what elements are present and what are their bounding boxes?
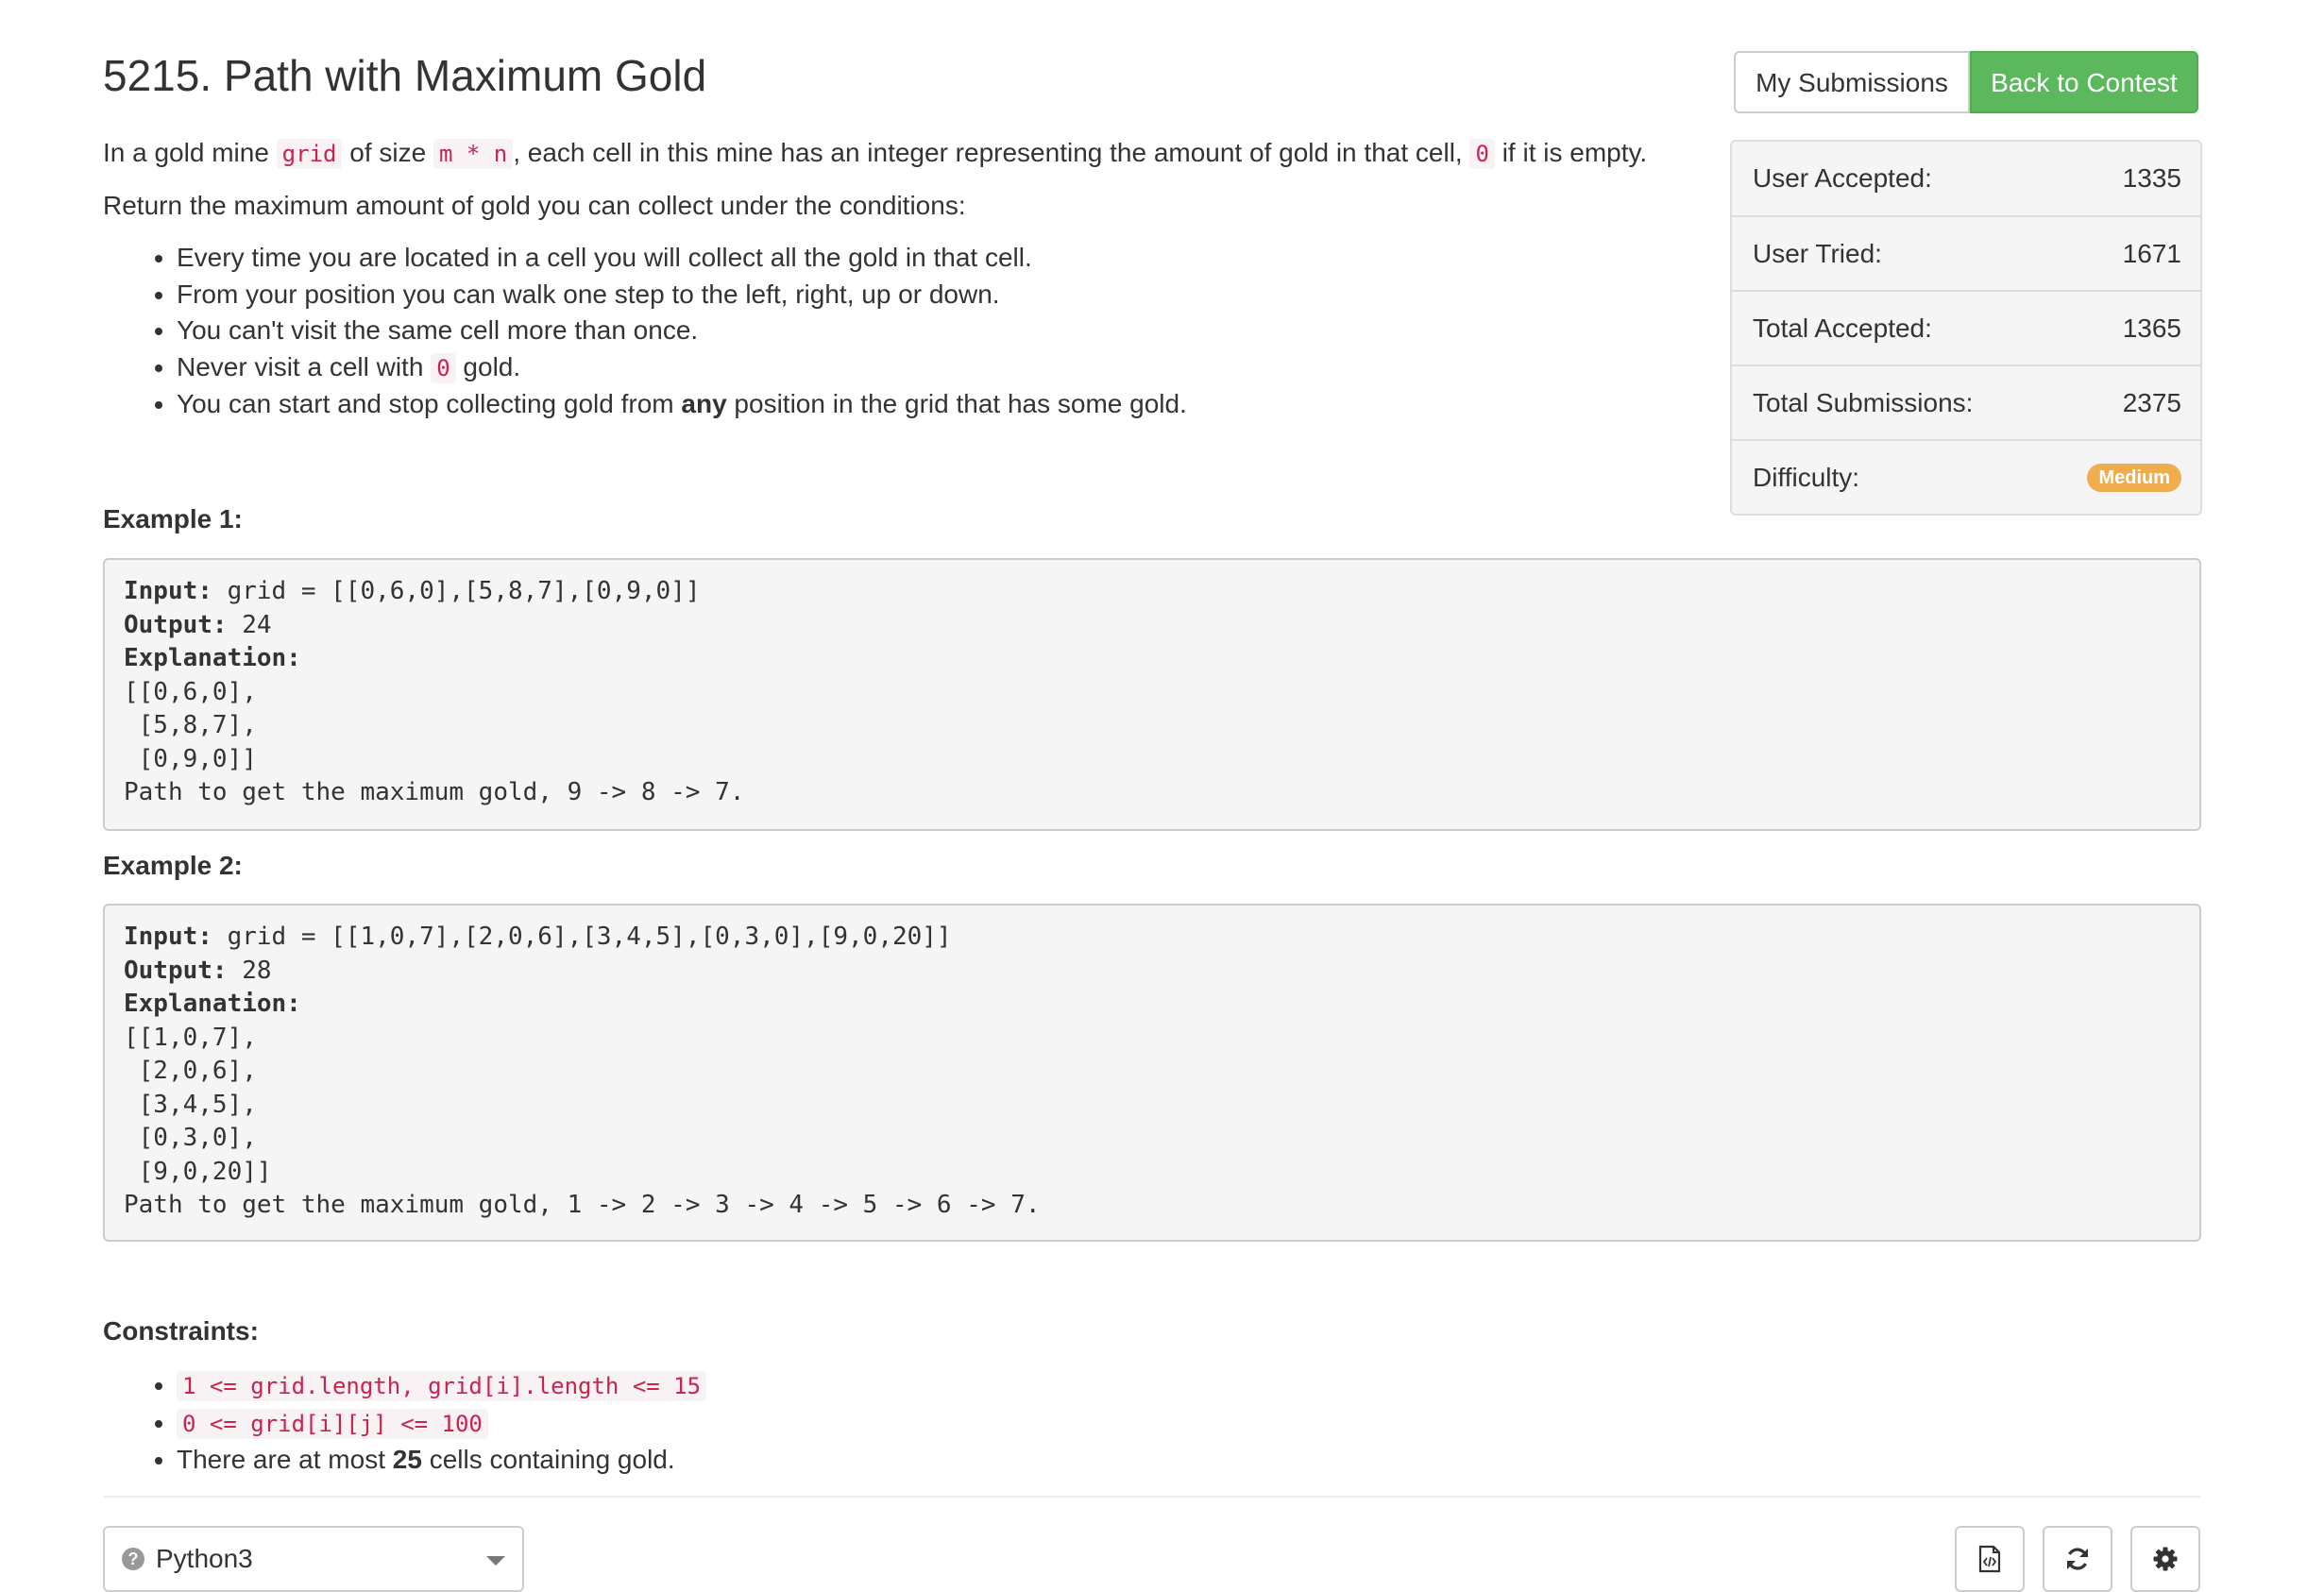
input-value: grid = [[1,0,7],[2,0,6],[3,4,5],[0,3,0],…	[212, 923, 952, 951]
stat-label: Difficulty:	[1753, 462, 1860, 492]
inline-code: grid	[276, 139, 343, 169]
constraint-text: There are at most	[177, 1445, 393, 1474]
divider	[103, 1496, 2201, 1498]
list-item: You can start and stop collecting gold f…	[177, 386, 1187, 423]
list-item: 1 <= grid.length, grid[i].length <= 15	[177, 1367, 707, 1405]
return-paragraph: Return the maximum amount of gold you ca…	[103, 191, 966, 220]
list-item: You can't visit the same cell more than …	[177, 313, 1187, 349]
input-label: Input:	[124, 923, 212, 951]
intro-text: if it is empty.	[1494, 138, 1648, 167]
example-2-code-block: Input: grid = [[1,0,7],[2,0,6],[3,4,5],[…	[103, 904, 2201, 1242]
list-item: There are at most 25 cells containing go…	[177, 1442, 706, 1479]
intro-text: In a gold mine	[103, 138, 277, 167]
list-item: From your position you can walk one step…	[177, 277, 1187, 313]
rule-text: You can start and stop collecting gold f…	[177, 389, 682, 418]
stat-value: 1365	[2122, 313, 2181, 343]
stat-value: 1671	[2122, 238, 2181, 268]
intro-paragraph: In a gold mine grid of size m * n, each …	[103, 132, 1647, 175]
stat-row-total-submissions: Total Submissions: 2375	[1732, 364, 2200, 439]
language-select[interactable]: ? Python3	[103, 1526, 524, 1592]
stat-label: User Accepted:	[1753, 163, 1932, 193]
constraint-text: cells containing gold.	[421, 1445, 675, 1474]
rule-text: position in the grid that has some gold.	[726, 389, 1187, 418]
rules-list: Every time you are located in a cell you…	[103, 240, 1187, 423]
explanation-body: [[0,6,0], [5,8,7], [0,9,0]] Path to get …	[124, 677, 745, 807]
header-button-group: My Submissions Back to Contest	[1734, 51, 2198, 113]
language-select-value: Python3	[156, 1544, 253, 1573]
code-file-icon	[1978, 1545, 2001, 1573]
constraints-list: 1 <= grid.length, grid[i].length <= 15 0…	[103, 1367, 707, 1479]
reset-button[interactable]	[2043, 1526, 2112, 1592]
intro-text: , each cell in this mine has an integer …	[513, 138, 1470, 167]
output-label: Output:	[124, 610, 228, 639]
stat-label: User Tried:	[1753, 238, 1882, 268]
page-title: 5215. Path with Maximum Gold	[103, 51, 707, 100]
constraints-heading: Constraints:	[103, 1316, 259, 1346]
inline-code: 0	[1469, 139, 1495, 169]
inline-code: m * n	[433, 139, 514, 169]
output-label: Output:	[124, 956, 228, 985]
stat-row-user-tried: User Tried: 1671	[1732, 215, 2200, 290]
gear-icon	[2153, 1547, 2178, 1571]
example-2-heading: Example 2:	[103, 851, 243, 880]
stat-label: Total Submissions:	[1753, 387, 1974, 417]
stat-row-total-accepted: Total Accepted: 1365	[1732, 290, 2200, 364]
my-submissions-button[interactable]: My Submissions	[1734, 51, 1970, 113]
difficulty-badge: Medium	[2087, 463, 2181, 492]
refresh-icon	[2067, 1548, 2088, 1570]
constraint-bold-text: 25	[392, 1445, 422, 1474]
output-value: 28	[227, 956, 272, 985]
stat-value: 1335	[2122, 163, 2181, 193]
input-value: grid = [[0,6,0],[5,8,7],[0,9,0]]	[212, 577, 701, 605]
explanation-label: Explanation:	[124, 644, 301, 672]
list-item: Never visit a cell with 0 gold.	[177, 349, 1187, 387]
chevron-down-icon	[486, 1556, 505, 1566]
rule-text: Never visit a cell with	[177, 351, 432, 381]
back-to-contest-button[interactable]: Back to Contest	[1970, 51, 2198, 113]
stat-row-user-accepted: User Accepted: 1335	[1732, 142, 2200, 215]
stat-row-difficulty: Difficulty: Medium	[1732, 439, 2200, 514]
code-file-button[interactable]	[1955, 1526, 2025, 1592]
inline-code: 0	[431, 352, 456, 383]
intro-text: of size	[342, 138, 433, 167]
settings-button[interactable]	[2130, 1526, 2200, 1592]
example-1-heading: Example 1:	[103, 504, 243, 533]
example-1-code-block: Input: grid = [[0,6,0],[5,8,7],[0,9,0]] …	[103, 558, 2201, 831]
input-label: Input:	[124, 577, 212, 605]
rule-bold-text: any	[681, 389, 727, 418]
stats-panel: User Accepted: 1335 User Tried: 1671 Tot…	[1730, 140, 2202, 516]
help-icon[interactable]: ?	[122, 1548, 144, 1570]
inline-code: 1 <= grid.length, grid[i].length <= 15	[177, 1371, 707, 1401]
list-item: Every time you are located in a cell you…	[177, 240, 1187, 277]
output-value: 24	[227, 610, 272, 639]
explanation-body: [[1,0,7], [2,0,6], [3,4,5], [0,3,0], [9,…	[124, 1023, 1041, 1220]
rule-text: gold.	[455, 351, 521, 381]
stat-value: 2375	[2122, 387, 2181, 417]
list-item: 0 <= grid[i][j] <= 100	[177, 1405, 706, 1443]
stat-label: Total Accepted:	[1753, 313, 1932, 343]
explanation-label: Explanation:	[124, 990, 301, 1018]
inline-code: 0 <= grid[i][j] <= 100	[177, 1408, 488, 1439]
